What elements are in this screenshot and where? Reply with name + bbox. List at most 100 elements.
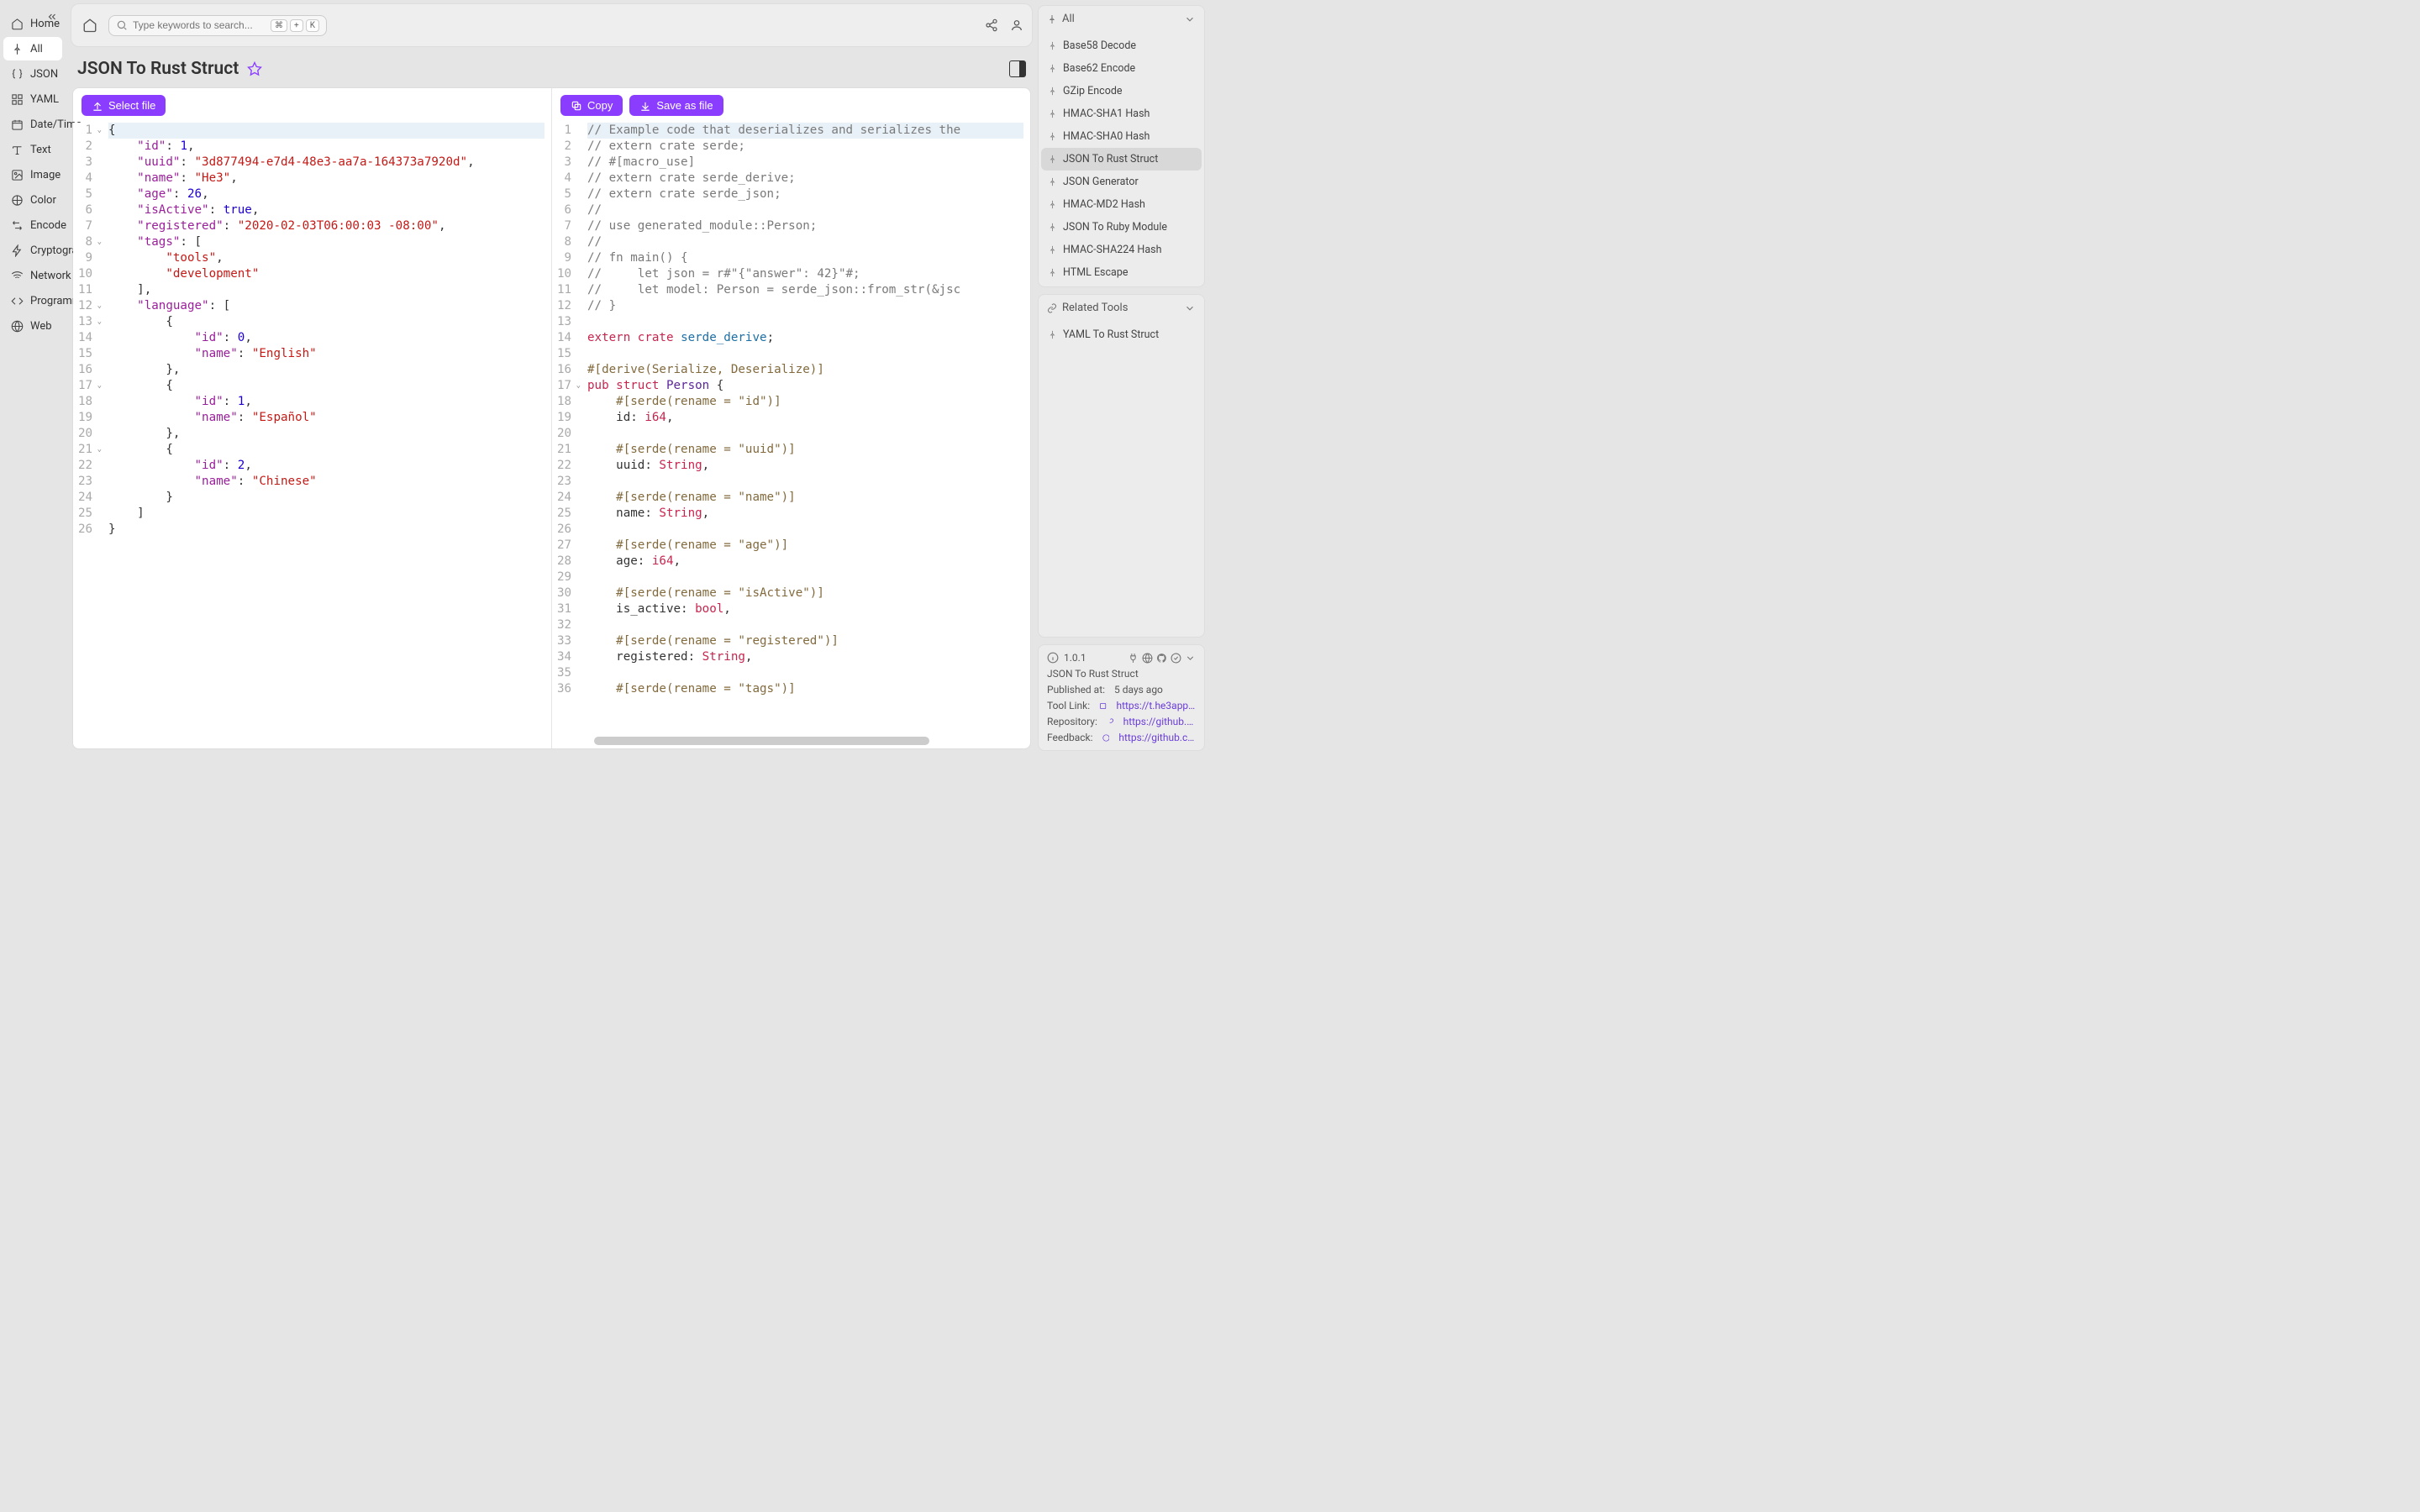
tool-item[interactable]: Base58 Decode	[1041, 34, 1202, 57]
main-area: ⌘ + K JSON To Rust Struct	[66, 0, 1038, 756]
sidebar-item-label: Web	[30, 320, 52, 333]
pin-icon	[1048, 223, 1057, 232]
sidebar-item-label: Image	[30, 169, 60, 181]
tool-item[interactable]: HMAC-SHA0 Hash	[1041, 125, 1202, 148]
horizontal-scrollbar[interactable]	[594, 737, 929, 745]
pin-icon	[1048, 268, 1057, 277]
sidebar-item-label: JSON	[30, 68, 58, 81]
calendar-icon	[10, 118, 24, 131]
tool-item[interactable]: Base62 Encode	[1041, 57, 1202, 80]
sidebar-item-date-time[interactable]: Date/Time	[3, 113, 62, 136]
feedback-link[interactable]: https://github.com/...	[1118, 732, 1196, 743]
wifi-icon	[10, 269, 24, 282]
pin-icon	[1048, 177, 1057, 186]
pin-icon	[1048, 155, 1057, 164]
pin-icon	[1048, 245, 1057, 255]
pin-icon	[1048, 64, 1057, 73]
search-input[interactable]	[133, 19, 266, 31]
download-icon	[639, 100, 651, 112]
tool-item[interactable]: HMAC-SHA1 Hash	[1041, 102, 1202, 125]
sidebar-item-text[interactable]: Text	[3, 138, 62, 161]
repo-link[interactable]: https://github.com...	[1123, 716, 1196, 727]
sidebar-item-yaml[interactable]: YAML	[3, 87, 62, 111]
bolt-icon	[10, 244, 24, 257]
related-tool-item[interactable]: YAML To Rust Struct	[1041, 323, 1202, 346]
home-button[interactable]	[80, 15, 100, 35]
globe-icon[interactable]	[1142, 653, 1153, 664]
tool-item[interactable]: JSON To Rust Struct	[1041, 148, 1202, 171]
sidebar-item-color[interactable]: Color	[3, 188, 62, 212]
share-button[interactable]	[985, 18, 998, 32]
input-editor-pane: Select file 1⌄2345678⌄9101112⌄13⌄1415161…	[73, 88, 551, 748]
pin-icon	[1047, 14, 1057, 24]
select-file-button[interactable]: Select file	[82, 95, 166, 116]
collapse-sidebar-button[interactable]	[44, 8, 60, 25]
sidebar-item-label: Encode	[30, 219, 66, 232]
layout-toggle-button[interactable]	[1009, 60, 1026, 77]
tool-item[interactable]: JSON Generator	[1041, 171, 1202, 193]
search-icon	[116, 19, 128, 31]
user-button[interactable]	[1010, 18, 1023, 32]
globe-icon	[10, 319, 24, 333]
search-shortcut: ⌘ + K	[271, 19, 319, 32]
sidebar-item-web[interactable]: Web	[3, 314, 62, 338]
chevron-down-icon	[1184, 302, 1196, 314]
chevron-down-icon	[1184, 13, 1196, 25]
pin-icon	[1048, 109, 1057, 118]
copy-button[interactable]: Copy	[560, 95, 623, 116]
page-title: JSON To Rust Struct	[77, 59, 239, 79]
pin-icon	[1048, 87, 1057, 96]
output-code-editor[interactable]: 1234567891011121314151617⌄18192021222324…	[552, 123, 1030, 748]
sidebar-item-programming[interactable]: Programming	[3, 289, 62, 312]
all-tools-header[interactable]: All	[1039, 6, 1204, 32]
tool-item[interactable]: JSON To Ruby Module	[1041, 216, 1202, 239]
home-icon	[10, 17, 24, 30]
sidebar-item-label: Text	[30, 144, 51, 156]
grid-icon	[10, 92, 24, 106]
tool-item[interactable]: HTML Escape	[1041, 261, 1202, 284]
tool-link[interactable]: https://t.he3app.co...	[1116, 700, 1196, 711]
pin-icon	[1048, 132, 1057, 141]
sidebar-item-cryptography[interactable]: Cryptography	[3, 239, 62, 262]
copy-icon	[571, 100, 582, 112]
sidebar-item-encode[interactable]: Encode	[3, 213, 62, 237]
pin-icon	[10, 42, 24, 55]
plug-icon[interactable]	[1128, 653, 1139, 664]
text-icon	[10, 143, 24, 156]
pin-icon	[1048, 330, 1057, 339]
chevron-down-icon[interactable]	[1185, 653, 1196, 664]
sidebar: HomeAllJSONYAMLDate/TimeTextImageColorEn…	[0, 0, 66, 756]
code-icon	[10, 294, 24, 307]
pin-icon	[1048, 41, 1057, 50]
link-icon	[1047, 303, 1057, 313]
topbar: ⌘ + K	[71, 3, 1033, 47]
transform-icon	[10, 218, 24, 232]
image-icon	[10, 168, 24, 181]
check-icon[interactable]	[1171, 653, 1181, 664]
sidebar-nav: HomeAllJSONYAMLDate/TimeTextImageColorEn…	[0, 8, 66, 341]
sidebar-item-json[interactable]: JSON	[3, 62, 62, 86]
input-code-editor[interactable]: 1⌄2345678⌄9101112⌄13⌄14151617⌄18192021⌄2…	[73, 123, 551, 748]
sidebar-item-all[interactable]: All	[3, 37, 62, 60]
tool-item[interactable]: HMAC-MD2 Hash	[1041, 193, 1202, 216]
title-row: JSON To Rust Struct	[66, 47, 1038, 87]
sidebar-item-label: All	[30, 43, 43, 55]
right-sidebar: All Base58 DecodeBase62 EncodeGZip Encod…	[1038, 0, 1210, 756]
sidebar-item-label: Network	[30, 270, 71, 282]
tool-item[interactable]: HMAC-SHA224 Hash	[1041, 239, 1202, 261]
braces-icon	[10, 67, 24, 81]
related-tools-header[interactable]: Related Tools	[1039, 295, 1204, 321]
tool-item[interactable]: GZip Encode	[1041, 80, 1202, 102]
github-icon[interactable]	[1156, 653, 1167, 664]
save-as-file-button[interactable]: Save as file	[629, 95, 723, 116]
info-icon	[1047, 652, 1059, 664]
favorite-button[interactable]	[247, 61, 262, 76]
output-editor-pane: Copy Save as file 1234567891011121314151…	[551, 88, 1030, 748]
sidebar-item-label: YAML	[30, 93, 59, 106]
sidebar-item-network[interactable]: Network	[3, 264, 62, 287]
tool-name-text: JSON To Rust Struct	[1047, 668, 1196, 680]
sidebar-item-image[interactable]: Image	[3, 163, 62, 186]
pin-icon	[1048, 200, 1057, 209]
search-box[interactable]: ⌘ + K	[108, 15, 327, 36]
upload-icon	[92, 100, 103, 112]
